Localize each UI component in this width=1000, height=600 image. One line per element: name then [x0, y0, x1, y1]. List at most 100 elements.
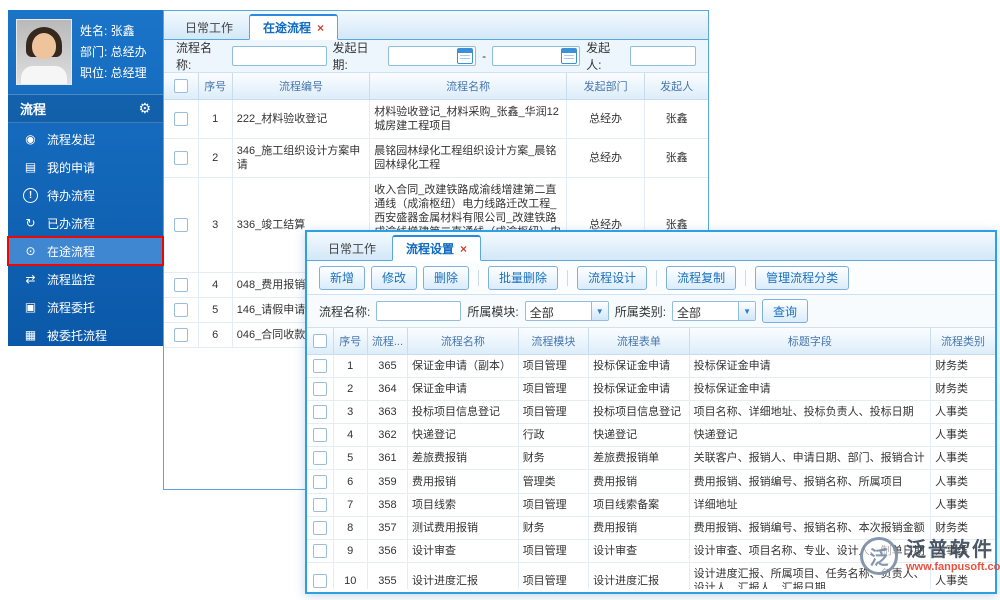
- row-checkbox[interactable]: [312, 405, 327, 420]
- sidebar-item-process-monitor[interactable]: ⇄ 流程监控: [8, 265, 163, 293]
- row-checkbox[interactable]: [312, 359, 327, 374]
- module-select[interactable]: 全部 ▼: [524, 301, 609, 321]
- pending-icon: !: [23, 187, 38, 203]
- row-checkbox[interactable]: [312, 573, 327, 588]
- date-range-separator: -: [482, 49, 487, 63]
- tab-label: 日常工作: [328, 242, 377, 256]
- row-checkbox[interactable]: [173, 328, 188, 343]
- cell-name: 设计进度汇报: [407, 562, 519, 589]
- row-checkbox[interactable]: [312, 497, 327, 512]
- toolbar-separator: [745, 269, 747, 286]
- delete-button[interactable]: 删除: [423, 265, 470, 290]
- col-header-title-fields[interactable]: 标题字段: [688, 328, 932, 355]
- col-header-form[interactable]: 流程表单: [588, 328, 690, 355]
- desktop: 姓名: 张鑫 部门: 总经办 职位: 总经理 流程 ⚙ ◉ 流程发起 ▤ 我的申…: [0, 0, 1000, 600]
- col-header-dept[interactable]: 发起部门: [565, 73, 646, 100]
- chevron-down-icon[interactable]: ▼: [738, 302, 756, 320]
- row-checkbox[interactable]: [173, 112, 188, 127]
- cell-name: 项目线索: [407, 493, 519, 517]
- close-icon[interactable]: ×: [460, 243, 467, 255]
- col-header-category[interactable]: 流程类别: [930, 328, 995, 355]
- cell-fields: 关联客户、报销人、申请日期、部门、报销合计: [688, 446, 932, 471]
- manage-categories-button[interactable]: 管理流程分类: [755, 265, 850, 290]
- sidebar-item-delegated-processes[interactable]: ▦ 被委托流程: [8, 321, 163, 349]
- sidebar-item-completed-processes[interactable]: ↻ 已办流程: [8, 209, 163, 237]
- tab-label: 在途流程: [263, 21, 312, 35]
- cell-no: 1: [332, 354, 368, 379]
- cell-id: 361: [366, 446, 409, 471]
- cell-id: 358: [366, 493, 409, 517]
- cell-category: 财务类: [930, 354, 995, 379]
- cell-code: 222_材料验收登记: [231, 99, 371, 139]
- process-name-input[interactable]: [376, 301, 462, 321]
- cell-module: 财务: [517, 446, 590, 471]
- cell-fields: 详细地址: [688, 493, 932, 517]
- date-from-input[interactable]: [389, 48, 458, 64]
- tab-process-settings[interactable]: 流程设置 ×: [392, 235, 482, 261]
- sidebar-item-process-initiate[interactable]: ◉ 流程发起: [8, 125, 163, 153]
- select-all-checkbox[interactable]: [312, 334, 327, 348]
- col-header-id[interactable]: 流程...: [366, 328, 409, 355]
- col-header-code[interactable]: 流程编号: [231, 73, 371, 100]
- process-name-input[interactable]: [231, 46, 327, 66]
- chevron-down-icon[interactable]: ▼: [590, 302, 608, 320]
- tab-daily-work[interactable]: 日常工作: [172, 16, 246, 39]
- cell-no: 2: [332, 377, 368, 402]
- row-checkbox[interactable]: [173, 151, 188, 166]
- row-checkbox[interactable]: [312, 382, 327, 397]
- col-header-person[interactable]: 发起人: [644, 73, 708, 100]
- row-checkbox[interactable]: [312, 520, 327, 535]
- date-to-input[interactable]: [493, 48, 562, 64]
- cell-no: 3: [332, 400, 368, 425]
- select-all-checkbox[interactable]: [173, 79, 188, 93]
- search-button[interactable]: 查询: [762, 299, 809, 323]
- cell-name: 差旅费报销: [407, 446, 519, 471]
- close-icon[interactable]: ×: [317, 22, 324, 34]
- sidebar-item-label: 在途流程: [47, 244, 96, 259]
- date-from-field: [388, 46, 477, 66]
- cell-category: 财务类: [930, 377, 995, 402]
- sidebar-item-pending-processes[interactable]: ! 待办流程: [8, 181, 163, 209]
- row-checkbox[interactable]: [173, 218, 188, 233]
- tab-in-transit[interactable]: 在途流程 ×: [249, 14, 339, 40]
- col-header-no[interactable]: 序号: [197, 73, 233, 100]
- col-header-name[interactable]: 流程名称: [407, 328, 519, 355]
- table-row: 1 365 保证金申请（副本） 项目管理 投标保证金申请 投标保证金申请 财务类: [307, 354, 995, 379]
- initiator-input[interactable]: [630, 46, 697, 66]
- cell-module: 项目管理: [517, 493, 590, 517]
- col-header-module[interactable]: 流程模块: [517, 328, 590, 355]
- calendar-icon[interactable]: [457, 48, 474, 64]
- cell-fields: 投标保证金申请: [688, 354, 932, 379]
- table-row: 5 361 差旅费报销 财务 差旅费报销单 关联客户、报销人、申请日期、部门、报销合计 人事…: [307, 446, 995, 471]
- process-copy-button[interactable]: 流程复制: [666, 265, 737, 290]
- cell-no: 4: [197, 272, 233, 299]
- monitor-icon: ⇄: [25, 272, 36, 286]
- sidebar-item-my-applications[interactable]: ▤ 我的申请: [8, 153, 163, 181]
- category-select[interactable]: 全部 ▼: [672, 301, 757, 321]
- cell-form: 差旅费报销单: [588, 446, 690, 471]
- sidebar-section-title: 流程: [20, 102, 47, 117]
- gear-icon[interactable]: ⚙: [138, 100, 151, 117]
- cell-name: 晨铭园林绿化工程组织设计方案_晨铭园林绿化工程: [369, 138, 567, 178]
- row-checkbox[interactable]: [312, 474, 327, 489]
- row-checkbox[interactable]: [312, 451, 327, 466]
- row-checkbox[interactable]: [173, 278, 188, 293]
- sidebar-item-process-delegate[interactable]: ▣ 流程委托: [8, 293, 163, 321]
- batch-delete-button[interactable]: 批量删除: [488, 265, 559, 290]
- col-header-no[interactable]: 序号: [332, 328, 368, 355]
- sidebar-item-label: 我的申请: [47, 160, 96, 175]
- process-design-button[interactable]: 流程设计: [577, 265, 648, 290]
- calendar-icon[interactable]: [561, 48, 578, 64]
- col-header-name[interactable]: 流程名称: [369, 73, 567, 100]
- row-checkbox[interactable]: [173, 303, 188, 318]
- cell-form: 设计进度汇报: [588, 562, 690, 589]
- modify-button[interactable]: 修改: [371, 265, 418, 290]
- tab-daily-work[interactable]: 日常工作: [315, 237, 389, 260]
- cell-person: 张鑫: [644, 138, 708, 178]
- sidebar-item-in-transit-processes[interactable]: ⊙ 在途流程: [7, 236, 164, 266]
- row-checkbox[interactable]: [312, 428, 327, 443]
- document-icon: ▤: [24, 160, 37, 174]
- add-button[interactable]: 新增: [319, 265, 366, 290]
- row-checkbox[interactable]: [312, 543, 327, 558]
- cell-checkbox: [307, 400, 334, 425]
